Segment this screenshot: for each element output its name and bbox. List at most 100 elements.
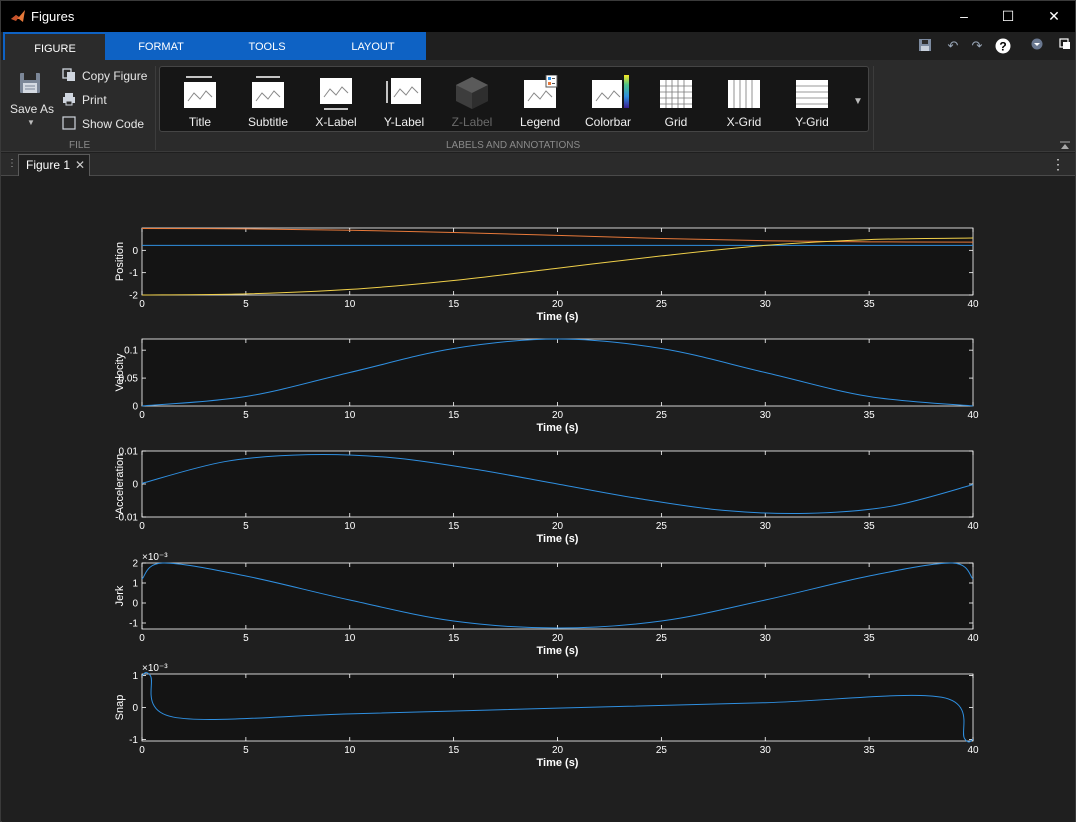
close-tab-icon[interactable]: ✕ xyxy=(75,155,85,176)
x-tick-label: 20 xyxy=(552,299,564,310)
save-as-button[interactable]: Save As ▼ xyxy=(7,68,54,134)
gallery-label-title: Title xyxy=(188,115,212,129)
x-tick-label: 30 xyxy=(760,410,772,421)
x-tick-label: 5 xyxy=(243,521,249,532)
ribbon-tab-strip: FIGURE FORMAT TOOLS LAYOUT ↶ ↷ ? xyxy=(1,32,1075,60)
x-tick-label: 25 xyxy=(656,299,668,310)
grid-icon xyxy=(660,80,692,108)
x-tick-label: 0 xyxy=(139,745,145,756)
x-tick-label: 40 xyxy=(967,410,979,421)
y-tick-label: 0 xyxy=(132,402,138,413)
y-tick-label: -2 xyxy=(129,291,138,302)
undo-icon[interactable]: ↶ xyxy=(945,38,961,54)
x-tick-label: 35 xyxy=(864,633,876,644)
y-label-icon xyxy=(386,78,421,104)
expand-menu-icon[interactable] xyxy=(1029,38,1045,54)
x-tick-label: 40 xyxy=(967,521,979,532)
x-tick-label: 5 xyxy=(243,633,249,644)
labels-section-label: LABELS AND ANNOTATIONS xyxy=(446,140,581,151)
x-tick-label: 15 xyxy=(448,299,460,310)
axes-jerk: 0 5 10 15 20 25 30 35 40-1012×10⁻³Time (s)Jerk xyxy=(114,552,979,657)
figure-tab-label: Figure 1 xyxy=(26,158,71,172)
x-tick-label: 30 xyxy=(760,521,772,532)
x-tick-label: 15 xyxy=(448,410,460,421)
tab-figure-1[interactable]: Figure 1 ✕ xyxy=(18,154,90,176)
x-grid-icon xyxy=(728,80,760,108)
axes-box xyxy=(141,673,974,742)
x-tick-label: 25 xyxy=(656,521,668,532)
x-tick-label: 40 xyxy=(967,745,979,756)
figure-canvas: 0 5 10 15 20 25 30 35 40 -2 -1 0 Time (s) Position 0 5 1… xyxy=(2,177,1075,822)
legend-icon xyxy=(524,75,558,108)
tab-format[interactable]: FORMAT xyxy=(111,32,211,60)
redo-icon[interactable]: ↷ xyxy=(969,38,985,54)
grip-icon[interactable]: ⋮ xyxy=(7,158,17,169)
x-tick-label: 35 xyxy=(864,521,876,532)
x-tick-label: 10 xyxy=(344,745,356,756)
gallery-item-x-grid[interactable]: X-Grid xyxy=(710,67,778,133)
x-tick-label: 10 xyxy=(344,299,356,310)
maximize-icon[interactable]: ☐ xyxy=(985,1,1031,32)
svg-text:?: ? xyxy=(999,40,1006,54)
y-axis-label: Snap xyxy=(114,695,126,721)
gallery-item-y-label[interactable]: Y-Label xyxy=(370,67,438,133)
x-tick-label: 35 xyxy=(864,299,876,310)
x-tick-label: 35 xyxy=(864,410,876,421)
axes-velocity: 0 5 10 15 20 25 30 35 4000.050.1Time (s)Velocity xyxy=(114,338,979,434)
more-options-icon[interactable]: ⋮ xyxy=(1051,156,1065,173)
x-tick-label: 30 xyxy=(760,299,772,310)
y-grid-icon xyxy=(796,80,828,108)
x-tick-label: 30 xyxy=(760,633,772,644)
x-label-icon xyxy=(320,78,352,110)
gallery-label-colorbar: Colorbar xyxy=(584,115,632,129)
gallery-expand-icon[interactable]: ▼ xyxy=(853,96,863,107)
checkbox-icon[interactable] xyxy=(62,116,76,130)
gallery-item-x-label[interactable]: X-Label xyxy=(302,67,370,133)
axes-box xyxy=(141,227,974,296)
y-tick-label: -1 xyxy=(129,735,138,746)
x-tick-label: 30 xyxy=(760,745,772,756)
tab-tools[interactable]: TOOLS xyxy=(217,32,317,60)
y-tick-label: -1 xyxy=(129,619,138,630)
figure-plots: 0 5 10 15 20 25 30 35 40-2-10Time (s)Position0 5 1… xyxy=(114,227,979,769)
gallery-label-grid: Grid xyxy=(664,115,688,129)
gallery-label-subtitle: Subtitle xyxy=(247,115,289,129)
quick-save-icon[interactable] xyxy=(917,38,933,54)
y-tick-label: 0.1 xyxy=(124,346,138,357)
section-divider xyxy=(155,66,156,150)
y-tick-label: 0 xyxy=(132,246,138,257)
y-tick-label: 1 xyxy=(132,579,138,590)
copy-figure-button[interactable]: Copy Figure xyxy=(62,66,147,86)
matlab-logo-icon xyxy=(11,10,25,22)
help-icon[interactable]: ? xyxy=(995,38,1011,54)
gallery-label-z-label: Z-Label xyxy=(451,115,493,129)
x-tick-label: 0 xyxy=(139,521,145,532)
tab-figure[interactable]: FIGURE xyxy=(5,32,105,60)
gallery-item-subtitle[interactable]: Subtitle xyxy=(234,67,302,133)
title-icon xyxy=(184,76,216,108)
gallery-item-legend[interactable]: Legend xyxy=(506,67,574,133)
y-tick-label: 0 xyxy=(132,703,138,714)
y-exponent-label: ×10⁻³ xyxy=(142,552,168,563)
gallery-item-grid[interactable]: Grid xyxy=(642,67,710,133)
collapse-ribbon-icon[interactable] xyxy=(1059,138,1071,149)
gallery-label-y-grid: Y-Grid xyxy=(795,115,829,129)
x-axis-label: Time (s) xyxy=(537,645,579,657)
x-tick-label: 35 xyxy=(864,745,876,756)
x-tick-label: 20 xyxy=(552,521,564,532)
axes-position: 0 5 10 15 20 25 30 35 40 -2 -1 0 Time (s) Position xyxy=(114,227,979,323)
subtitle-icon xyxy=(252,76,284,108)
undock-icon[interactable] xyxy=(1057,38,1073,54)
tab-layout[interactable]: LAYOUT xyxy=(323,32,423,60)
print-button[interactable]: Print xyxy=(62,90,107,110)
ribbon-panel: Save As ▼ Copy Figure Print Show Code FI… xyxy=(1,60,1075,152)
file-section-label: FILE xyxy=(69,140,91,151)
gallery-item-y-grid[interactable]: Y-Grid xyxy=(778,67,846,133)
show-code-toggle[interactable]: Show Code xyxy=(62,114,144,134)
gallery-item-colorbar[interactable]: Colorbar xyxy=(574,67,642,133)
title-bar: Figures – ☐ ✕ xyxy=(1,1,1075,32)
minimize-icon[interactable]: – xyxy=(941,1,987,32)
y-tick-label: 2 xyxy=(132,559,138,570)
close-icon[interactable]: ✕ xyxy=(1031,1,1076,32)
gallery-item-title[interactable]: Title xyxy=(166,67,234,133)
